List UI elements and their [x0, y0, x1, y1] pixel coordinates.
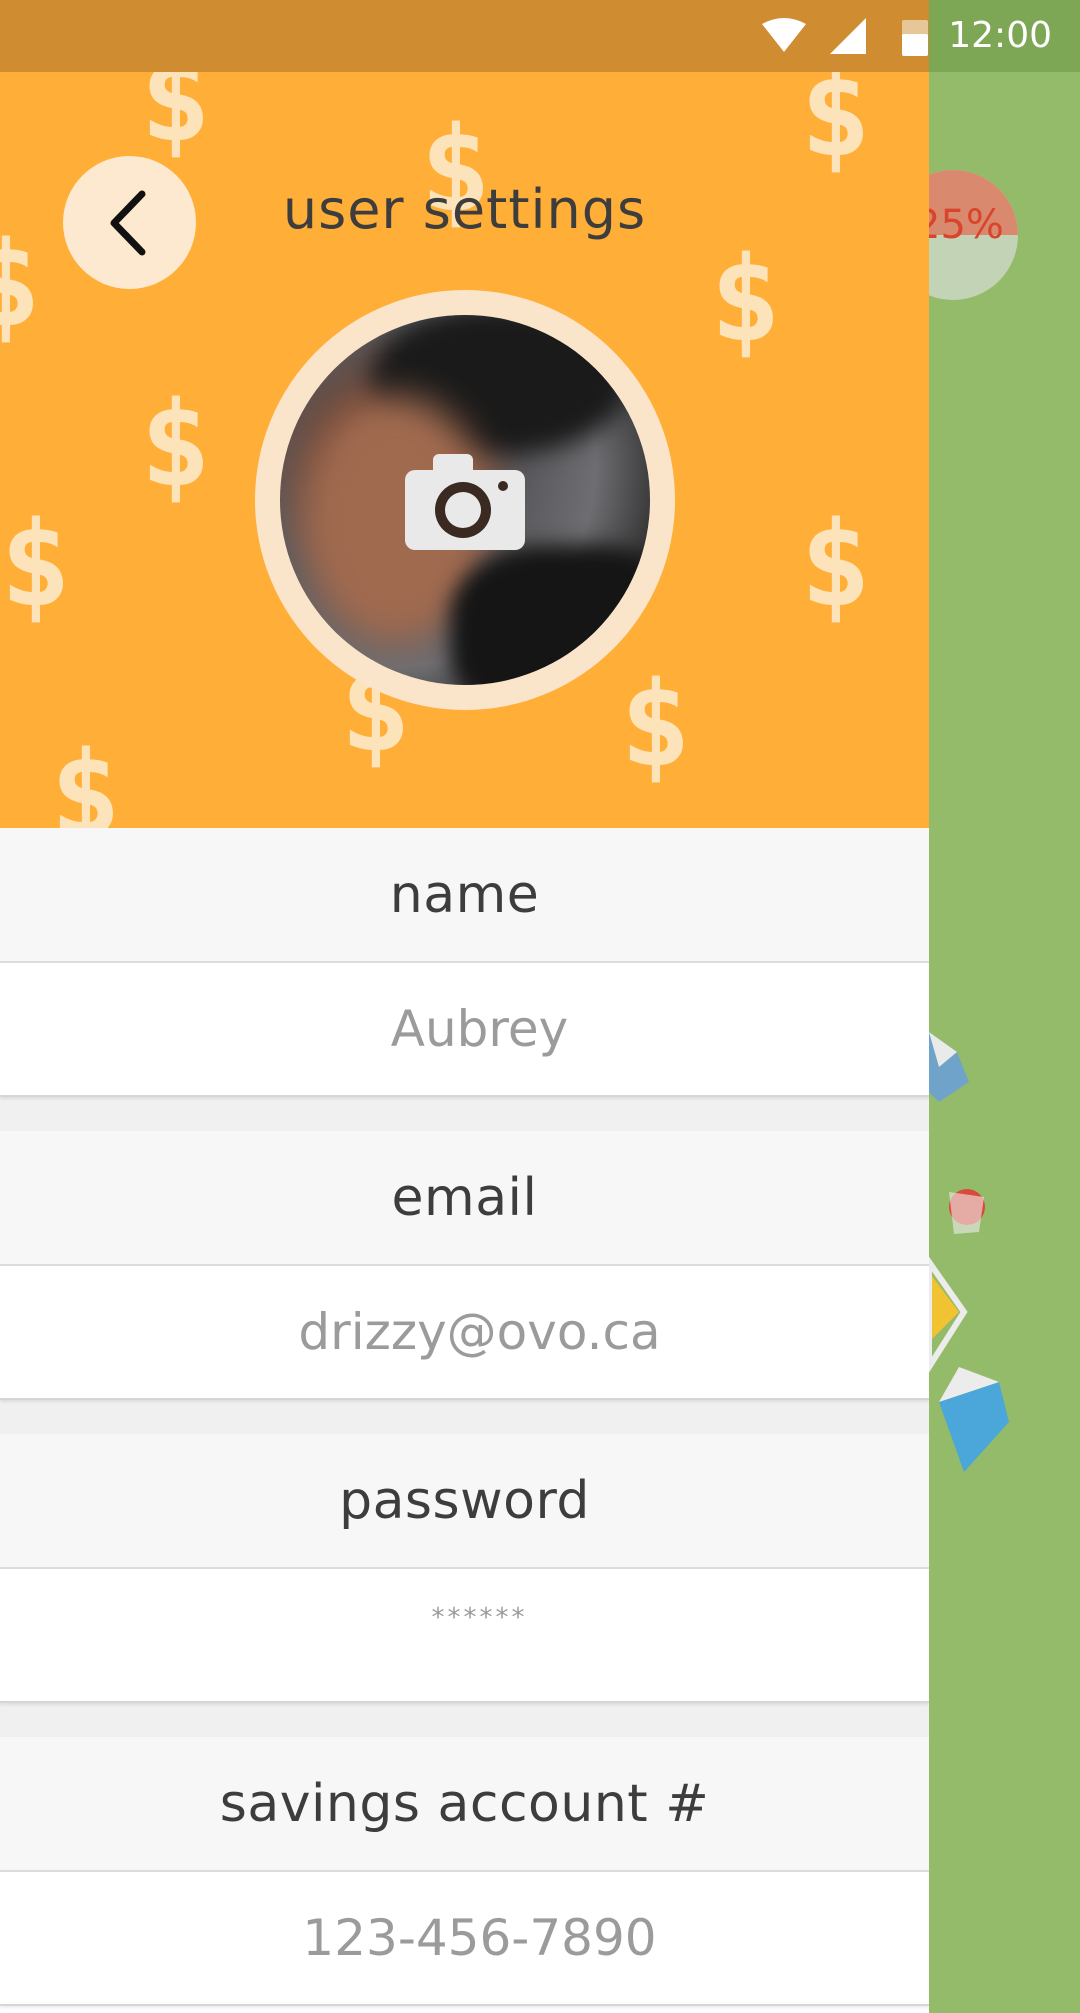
savings-label-row: savings account # — [0, 1737, 929, 1872]
name-section: name — [0, 828, 929, 1131]
camera-icon[interactable] — [405, 450, 525, 550]
name-label: name — [389, 864, 540, 925]
background-app-panel[interactable]: 25% — [929, 72, 1080, 2013]
dollar-sign-icon: $ — [710, 230, 782, 368]
dollar-sign-icon: $ — [50, 725, 122, 828]
settings-header: $ $ $ $ $ $ $ $ $ $ $ user settings — [0, 0, 929, 828]
password-field-row — [0, 1569, 929, 1703]
savings-account-label: savings account # — [219, 1773, 710, 1834]
password-label-row: password — [0, 1434, 929, 1569]
password-label: password — [339, 1470, 590, 1531]
email-label: email — [391, 1167, 538, 1228]
settings-form: name email password savings acco — [0, 828, 929, 2006]
savings-field-row — [0, 1872, 929, 2006]
name-label-row: name — [0, 828, 929, 963]
email-field[interactable] — [0, 1303, 929, 1361]
email-field-row — [0, 1266, 929, 1400]
progress-pie-label: 25% — [929, 202, 1004, 248]
savings-account-field[interactable] — [0, 1909, 929, 1967]
dollar-sign-icon: $ — [0, 215, 42, 353]
name-field-row — [0, 963, 929, 1097]
page-title: user settings — [282, 178, 647, 241]
email-label-row: email — [0, 1131, 929, 1266]
battery-icon — [902, 20, 928, 56]
dollar-sign-icon: $ — [140, 375, 212, 513]
password-section: password — [0, 1434, 929, 1737]
email-section: email — [0, 1131, 929, 1434]
user-settings-drawer: $ $ $ $ $ $ $ $ $ $ $ user settings name… — [0, 0, 929, 2013]
wifi-icon — [762, 18, 806, 52]
dollar-sign-icon: $ — [800, 495, 872, 633]
name-field[interactable] — [0, 1000, 929, 1058]
status-bar: 12:00 — [0, 0, 1080, 72]
dollar-sign-icon: $ — [800, 45, 872, 183]
dollar-sign-icon: $ — [0, 495, 72, 633]
status-clock: 12:00 — [948, 15, 1052, 56]
gems-decoration-icon — [929, 1032, 1009, 1472]
signal-icon — [830, 18, 866, 54]
savings-section: savings account # — [0, 1737, 929, 2006]
password-field[interactable] — [0, 1603, 929, 1633]
